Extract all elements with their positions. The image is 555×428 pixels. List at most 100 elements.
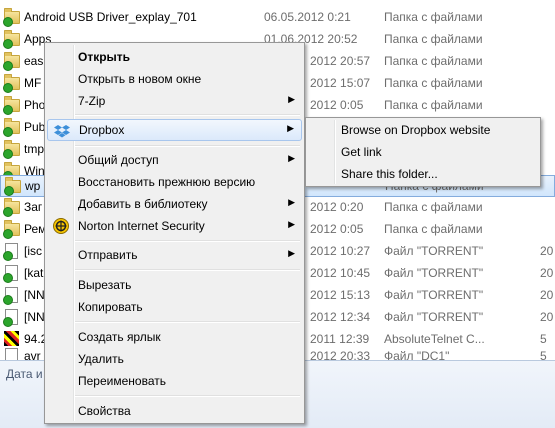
folder-icon — [3, 198, 20, 217]
menu-item-label: Dropbox — [79, 123, 125, 137]
file-row[interactable]: Android USB Driver_explay_701 06.05.2012… — [0, 6, 555, 28]
file-size: 20 — [540, 310, 554, 324]
document-icon — [3, 243, 20, 261]
sync-check-icon — [3, 83, 13, 93]
file-size: 5 — [540, 332, 547, 346]
file-name: Заг — [24, 200, 43, 214]
sync-check-icon — [3, 317, 13, 327]
file-name: [NN — [24, 310, 45, 324]
submenu-item-share-folder[interactable]: Share this folder... — [308, 163, 538, 185]
folder-icon — [3, 220, 20, 239]
file-name: wp — [25, 179, 41, 193]
menu-item-label: Общий доступ — [78, 153, 159, 167]
file-name: Pub — [24, 120, 46, 134]
menu-item-cut[interactable]: Вырезать — [47, 274, 302, 296]
folder-icon — [4, 177, 21, 196]
menu-separator — [75, 395, 300, 397]
menu-separator — [75, 269, 300, 271]
file-type: Папка с файлами — [384, 222, 483, 236]
menu-item-add-to-library[interactable]: Добавить в библиотеку ▶ — [47, 193, 302, 215]
submenu-arrow-icon: ▶ — [287, 123, 294, 133]
document-icon — [3, 287, 20, 305]
menu-separator — [75, 321, 300, 323]
dropbox-icon — [54, 123, 70, 139]
menu-item-label: Создать ярлык — [78, 330, 161, 344]
menu-item-open-new-window[interactable]: Открыть в новом окне — [47, 68, 302, 90]
menu-item-sharing[interactable]: Общий доступ ▶ — [47, 149, 302, 171]
file-type: Папка с файлами — [384, 32, 483, 46]
menu-item-label: Вырезать — [78, 278, 132, 292]
submenu-arrow-icon: ▶ — [288, 153, 295, 163]
file-date: 2012 10:45 — [310, 266, 371, 280]
menu-item-label: Копировать — [78, 300, 143, 314]
menu-item-send-to[interactable]: Отправить ▶ — [47, 244, 302, 266]
file-name: eas — [24, 54, 44, 68]
submenu-item-label: Share this folder... — [341, 167, 438, 181]
file-size: 20 — [540, 288, 554, 302]
menu-item-properties[interactable]: Свойства — [47, 400, 302, 422]
file-date: 2012 0:05 — [310, 222, 364, 236]
sync-check-icon — [3, 127, 13, 137]
file-type: AbsoluteTelnet C... — [384, 332, 485, 346]
folder-icon — [3, 140, 20, 159]
menu-item-label: Norton Internet Security — [78, 219, 205, 233]
file-name: [NN — [24, 288, 45, 302]
menu-item-label: Открыть в новом окне — [78, 72, 202, 86]
menu-item-copy[interactable]: Копировать — [47, 296, 302, 318]
file-name: Pho — [24, 98, 46, 112]
document-icon — [3, 265, 20, 283]
menu-item-delete[interactable]: Удалить — [47, 348, 302, 370]
sync-check-icon — [3, 251, 13, 261]
menu-item-rename[interactable]: Переименовать — [47, 370, 302, 392]
submenu-item-label: Browse on Dropbox website — [341, 123, 491, 137]
file-type: Файл "TORRENT" — [384, 310, 484, 324]
menu-item-label: 7-Zip — [78, 94, 106, 108]
submenu-item-get-link[interactable]: Get link — [308, 141, 538, 163]
submenu-arrow-icon: ▶ — [288, 197, 295, 207]
menu-separator — [75, 145, 300, 147]
folder-icon — [3, 96, 20, 115]
file-type: Папка с файлами — [384, 200, 483, 214]
sync-check-icon — [3, 39, 13, 49]
sync-check-icon — [3, 149, 13, 159]
folder-icon — [3, 30, 20, 49]
file-date: 2012 10:27 — [310, 244, 371, 258]
file-type: Папка с файлами — [384, 10, 483, 24]
file-date: 2012 0:20 — [310, 200, 364, 214]
file-type: Файл "TORRENT" — [384, 266, 484, 280]
file-date: 2012 12:34 — [310, 310, 371, 324]
menu-item-restore-previous[interactable]: Восстановить прежнюю версию — [47, 171, 302, 193]
menu-item-open[interactable]: Открыть — [47, 46, 302, 68]
norton-icon — [53, 218, 69, 234]
menu-item-label: Переименовать — [78, 374, 166, 388]
telnet-icon — [3, 331, 20, 346]
file-name: tmp — [24, 142, 45, 156]
submenu-item-label: Get link — [341, 145, 382, 159]
menu-item-7zip[interactable]: 7-Zip ▶ — [47, 90, 302, 112]
file-size: 20 — [540, 266, 554, 280]
menu-item-label: Добавить в библиотеку — [78, 197, 208, 211]
document-icon — [3, 309, 20, 327]
file-type: Файл "TORRENT" — [384, 244, 484, 258]
menu-item-label: Свойства — [78, 404, 131, 418]
file-date: 2012 15:13 — [310, 288, 371, 302]
folder-icon — [3, 52, 20, 71]
file-name: MF — [24, 76, 42, 90]
file-date: 2011 12:39 — [310, 332, 370, 346]
file-type: Папка с файлами — [384, 76, 483, 90]
menu-item-label: Восстановить прежнюю версию — [78, 175, 256, 189]
submenu-arrow-icon: ▶ — [288, 248, 295, 258]
submenu-item-browse-website[interactable]: Browse on Dropbox website — [308, 119, 538, 141]
file-type: Папка с файлами — [384, 54, 483, 68]
sync-check-icon — [3, 229, 13, 239]
context-menu: Открыть Открыть в новом окне 7-Zip ▶ Dro… — [44, 42, 305, 424]
menu-separator — [75, 240, 300, 242]
file-size: 20 — [540, 244, 554, 258]
menu-item-label: Открыть — [78, 50, 131, 64]
menu-item-create-shortcut[interactable]: Создать ярлык — [47, 326, 302, 348]
sync-check-icon — [3, 17, 13, 27]
sync-check-icon — [3, 61, 13, 71]
sync-check-icon — [3, 295, 13, 305]
menu-item-dropbox[interactable]: Dropbox ▶ — [47, 119, 302, 141]
menu-item-norton[interactable]: Norton Internet Security ▶ — [47, 215, 302, 237]
